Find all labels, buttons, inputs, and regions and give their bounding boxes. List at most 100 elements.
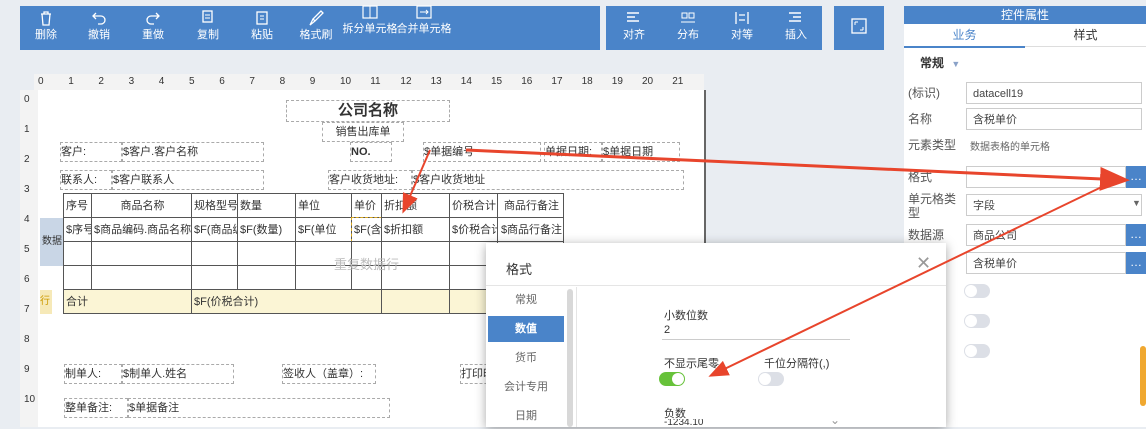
total-value[interactable]: $F(价税合计) [191,289,382,314]
price-cell[interactable]: $F(含税单价) [351,217,382,242]
property-input[interactable] [966,166,1126,188]
property-label: 名称 [908,112,933,126]
delete-button[interactable]: 删除 [22,6,70,50]
nav-item[interactable]: 常规 [488,287,564,313]
toggle-c[interactable] [964,344,990,358]
ruler-h-tick: 1 [68,76,74,87]
column-header[interactable]: 商品名称 [91,193,192,218]
column-header[interactable]: 序号 [63,193,92,218]
nav-item[interactable]: 日期 [488,403,564,429]
row-cell[interactable]: $价税合计 [449,217,498,242]
doc-type-title[interactable]: 销售出库单 [322,122,404,142]
decimals-input[interactable]: 2 [662,321,850,340]
row-cell[interactable]: $F(数量) [237,217,296,242]
empty-cell[interactable] [63,265,92,290]
negative-select[interactable]: -1234.10 ⌄ [662,419,848,427]
doc-number[interactable]: $单据编号 [423,142,541,162]
row-cell[interactable]: $F(单位 [295,217,352,242]
ruler-h-tick: 20 [642,76,654,87]
merge-cell-button[interactable]: 合并单元格 [396,0,452,44]
date-value[interactable]: $单据日期 [602,142,680,162]
ruler-h-tick: 19 [611,76,623,87]
address-label[interactable]: 客户收货地址: [328,170,412,190]
empty-cell[interactable] [63,241,92,266]
tab-style[interactable]: 样式 [1025,24,1146,46]
section-header[interactable]: 常规 ▼ [920,54,960,71]
insert-button[interactable]: 插入 [772,6,820,50]
property-input[interactable]: datacell19 [966,82,1142,104]
ruler-h-tick: 6 [219,76,225,87]
customer-value[interactable]: $客户.客户名称 [122,142,264,162]
row-cell[interactable]: $商品编码.商品名称 [91,217,192,242]
hide-zero-toggle[interactable] [659,372,685,386]
customer-label[interactable]: 客户: [60,142,122,162]
date-label[interactable]: 单据日期: [544,142,602,162]
ellipsis-button[interactable]: … [1126,252,1146,274]
row-cell[interactable]: $商品行备注 [497,217,564,242]
paste-icon [256,11,268,25]
paste-button[interactable]: 粘贴 [238,6,286,50]
close-icon[interactable]: ✕ [916,253,931,274]
empty-cell[interactable] [91,265,192,290]
empty-cell[interactable] [237,241,296,266]
column-header[interactable]: 价税合计 [449,193,498,218]
thousand-sep-toggle[interactable] [758,372,784,386]
ellipsis-button[interactable]: … [1126,224,1146,246]
nav-item[interactable]: 数值 [488,316,564,342]
ruler-v-tick: 4 [24,214,30,225]
distribute-button[interactable]: 分布 [664,6,712,50]
toggle-b[interactable] [964,314,990,328]
ellipsis-button[interactable]: … [1126,166,1146,188]
equalize-button[interactable]: 对等 [718,6,766,50]
column-header[interactable]: 数量 [237,193,296,218]
format-brush-button[interactable]: 格式刷 [292,6,340,50]
contact-label[interactable]: 联系人: [60,170,112,190]
property-input[interactable]: 含税单价 [966,108,1142,130]
ruler-h-tick: 10 [340,76,352,87]
row-cell[interactable]: $折扣额 [381,217,450,242]
data-band-marker[interactable]: 数据 [40,218,64,266]
undo-button[interactable]: 撤销 [75,6,123,50]
scroll-handle[interactable] [1140,346,1146,406]
column-header[interactable]: 商品行备注 [497,193,564,218]
nav-item[interactable]: 货币 [488,345,564,371]
nav-item[interactable]: 会计专用 [488,374,564,400]
split-cell-button[interactable]: 拆分单元格 [342,0,398,44]
property-input[interactable]: 商品公司 [966,224,1126,246]
fullscreen-button[interactable] [835,6,883,50]
row-cell[interactable]: $F(商品编码 [191,217,238,242]
contact-value[interactable]: $客户联系人 [112,170,264,190]
total-band-marker[interactable]: 行 [40,290,52,314]
note-value[interactable]: $单据备注 [128,398,390,418]
thousand-sep-label: 千位分隔符(,) [764,358,830,370]
ruler-v-tick: 6 [24,274,30,285]
maker-label[interactable]: 制单人: [64,364,122,384]
property-input[interactable]: 含税单价 [966,252,1126,274]
toggle-a[interactable] [964,284,990,298]
copy-button[interactable]: 复制 [184,6,232,50]
company-title[interactable]: 公司名称 [286,100,450,122]
property-input[interactable]: 字段 [966,194,1142,216]
note-label[interactable]: 整单备注: [64,398,128,418]
tab-business[interactable]: 业务 [904,24,1025,48]
column-header[interactable]: 规格型号 [191,193,238,218]
ruler-v-tick: 5 [24,244,30,255]
align-button[interactable]: 对齐 [610,6,658,50]
empty-cell[interactable] [191,265,238,290]
column-header[interactable]: 折扣额 [381,193,450,218]
fullscreen-icon [851,18,867,34]
no-label[interactable]: NO. [350,142,392,162]
sign-label[interactable]: 签收人（盖章）: [282,364,376,384]
row-cell[interactable]: $序号 [63,217,92,242]
redo-button[interactable]: 重做 [129,6,177,50]
empty-cell[interactable] [91,241,192,266]
total-empty[interactable] [381,289,450,314]
empty-cell[interactable] [237,265,296,290]
column-header[interactable]: 单价 [351,193,382,218]
maker-value[interactable]: $制单人.姓名 [122,364,234,384]
column-header[interactable]: 单位 [295,193,352,218]
address-value[interactable]: $客户收货地址 [412,170,684,190]
nav-scrollbar[interactable] [567,289,573,427]
total-label[interactable]: 合计 [63,289,192,314]
empty-cell[interactable] [191,241,238,266]
